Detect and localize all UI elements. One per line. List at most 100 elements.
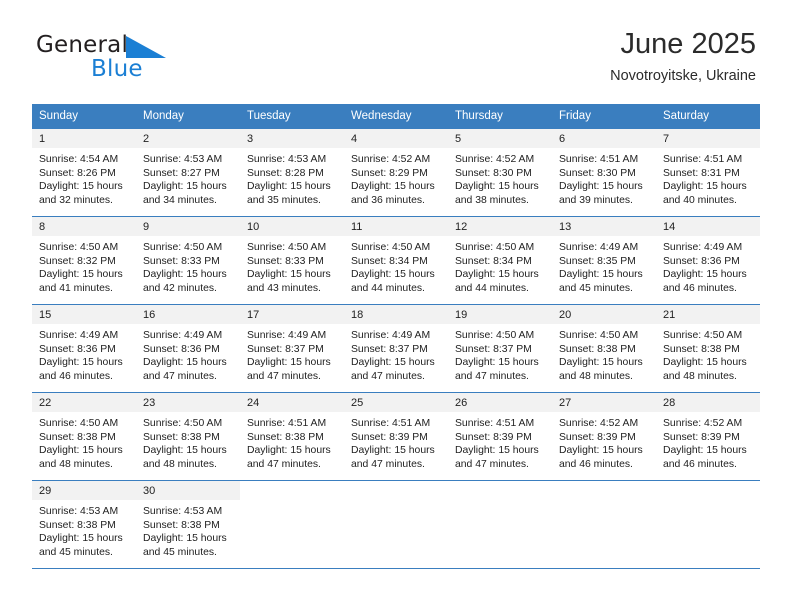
calendar-day-cell[interactable]: 11 Sunrise: 4:50 AM Sunset: 8:34 PM Dayligh… [344, 216, 448, 305]
daylight-text-line2: and 46 minutes. [663, 282, 737, 294]
brand-logo[interactable]: General Blue [36, 34, 216, 82]
calendar-day-cell[interactable]: 22 Sunrise: 4:50 AM Sunset: 8:38 PM Dayligh… [32, 392, 136, 481]
calendar-day-cell[interactable]: 9 Sunrise: 4:50 AM Sunset: 8:33 PM Daylight… [136, 216, 240, 305]
calendar-day-cell[interactable]: 26 Sunrise: 4:51 AM Sunset: 8:39 PM Dayligh… [448, 392, 552, 481]
daylight-text-line2: and 46 minutes. [39, 370, 113, 382]
daylight-text-line1: Daylight: 15 hours [39, 181, 123, 193]
calendar-day-cell[interactable]: 28 Sunrise: 4:52 AM Sunset: 8:39 PM Dayligh… [656, 392, 760, 481]
day-details: Sunrise: 4:49 AM Sunset: 8:36 PM Daylight:… [32, 324, 136, 383]
sunset-text: Sunset: 8:34 PM [351, 255, 428, 267]
day-number: 23 [136, 393, 240, 412]
day-number: 24 [240, 393, 344, 412]
day-details: Sunrise: 4:50 AM Sunset: 8:33 PM Daylight:… [240, 236, 344, 295]
day-details: Sunrise: 4:54 AM Sunset: 8:26 PM Daylight:… [32, 148, 136, 207]
sunrise-text: Sunrise: 4:49 AM [559, 242, 639, 253]
day-number: 8 [32, 217, 136, 236]
sunset-text: Sunset: 8:28 PM [247, 167, 324, 179]
daylight-text-line2: and 38 minutes. [455, 194, 529, 206]
calendar-day-cell[interactable]: 5 Sunrise: 4:52 AM Sunset: 8:30 PM Daylight… [448, 128, 552, 217]
calendar-day-cell[interactable]: 24 Sunrise: 4:51 AM Sunset: 8:38 PM Dayligh… [240, 392, 344, 481]
day-details: Sunrise: 4:51 AM Sunset: 8:39 PM Daylight:… [448, 412, 552, 471]
daylight-text-line1: Daylight: 15 hours [351, 445, 435, 457]
day-number: 14 [656, 217, 760, 236]
daylight-text-line2: and 34 minutes. [143, 194, 217, 206]
sunrise-text: Sunrise: 4:52 AM [663, 418, 743, 429]
calendar-day-cell[interactable]: 2 Sunrise: 4:53 AM Sunset: 8:27 PM Daylight… [136, 128, 240, 217]
calendar-cell-empty [344, 480, 448, 569]
day-number [656, 481, 760, 500]
calendar-day-cell[interactable]: 10 Sunrise: 4:50 AM Sunset: 8:33 PM Dayligh… [240, 216, 344, 305]
day-number [552, 481, 656, 500]
daylight-text-line2: and 45 minutes. [559, 282, 633, 294]
sunrise-text: Sunrise: 4:50 AM [455, 330, 535, 341]
day-number: 27 [552, 393, 656, 412]
calendar-day-cell[interactable]: 12 Sunrise: 4:50 AM Sunset: 8:34 PM Dayligh… [448, 216, 552, 305]
calendar-day-cell[interactable]: 17 Sunrise: 4:49 AM Sunset: 8:37 PM Dayligh… [240, 304, 344, 393]
sunrise-text: Sunrise: 4:49 AM [143, 330, 223, 341]
day-number: 9 [136, 217, 240, 236]
calendar-day-cell[interactable]: 18 Sunrise: 4:49 AM Sunset: 8:37 PM Dayligh… [344, 304, 448, 393]
day-number: 18 [344, 305, 448, 324]
calendar-day-cell[interactable]: 23 Sunrise: 4:50 AM Sunset: 8:38 PM Dayligh… [136, 392, 240, 481]
calendar-day-cell[interactable]: 13 Sunrise: 4:49 AM Sunset: 8:35 PM Dayligh… [552, 216, 656, 305]
daylight-text-line2: and 46 minutes. [663, 458, 737, 470]
calendar-week-row: 1 Sunrise: 4:54 AM Sunset: 8:26 PM Daylight… [32, 128, 760, 217]
daylight-text-line2: and 48 minutes. [559, 370, 633, 382]
day-number: 15 [32, 305, 136, 324]
calendar-week-row: 29 Sunrise: 4:53 AM Sunset: 8:38 PM Dayligh… [32, 480, 760, 569]
daylight-text-line1: Daylight: 15 hours [247, 269, 331, 281]
weekday-header-tuesday: Tuesday [240, 104, 344, 129]
calendar-day-cell[interactable]: 25 Sunrise: 4:51 AM Sunset: 8:39 PM Dayligh… [344, 392, 448, 481]
daylight-text-line2: and 48 minutes. [39, 458, 113, 470]
calendar-cell-empty [552, 480, 656, 569]
daylight-text-line1: Daylight: 15 hours [39, 445, 123, 457]
sunset-text: Sunset: 8:38 PM [39, 431, 116, 443]
sunset-text: Sunset: 8:36 PM [143, 343, 220, 355]
day-number: 20 [552, 305, 656, 324]
calendar-day-cell[interactable]: 21 Sunrise: 4:50 AM Sunset: 8:38 PM Dayligh… [656, 304, 760, 393]
daylight-text-line2: and 47 minutes. [143, 370, 217, 382]
calendar-day-cell[interactable]: 1 Sunrise: 4:54 AM Sunset: 8:26 PM Daylight… [32, 128, 136, 217]
daylight-text-line2: and 47 minutes. [247, 458, 321, 470]
calendar-day-cell[interactable]: 4 Sunrise: 4:52 AM Sunset: 8:29 PM Daylight… [344, 128, 448, 217]
daylight-text-line2: and 47 minutes. [455, 458, 529, 470]
daylight-text-line2: and 32 minutes. [39, 194, 113, 206]
sunset-text: Sunset: 8:39 PM [455, 431, 532, 443]
day-details: Sunrise: 4:53 AM Sunset: 8:38 PM Daylight:… [136, 500, 240, 559]
sunset-text: Sunset: 8:37 PM [351, 343, 428, 355]
day-number: 30 [136, 481, 240, 500]
sunrise-text: Sunrise: 4:50 AM [455, 242, 535, 253]
day-details: Sunrise: 4:49 AM Sunset: 8:35 PM Daylight:… [552, 236, 656, 295]
calendar-day-cell[interactable]: 3 Sunrise: 4:53 AM Sunset: 8:28 PM Daylight… [240, 128, 344, 217]
daylight-text-line2: and 46 minutes. [559, 458, 633, 470]
calendar-day-cell[interactable]: 30 Sunrise: 4:53 AM Sunset: 8:38 PM Dayligh… [136, 480, 240, 569]
daylight-text-line2: and 39 minutes. [559, 194, 633, 206]
sunset-text: Sunset: 8:38 PM [39, 519, 116, 531]
day-details: Sunrise: 4:52 AM Sunset: 8:39 PM Daylight:… [656, 412, 760, 471]
calendar-day-cell[interactable]: 7 Sunrise: 4:51 AM Sunset: 8:31 PM Daylight… [656, 128, 760, 217]
calendar-day-cell[interactable]: 6 Sunrise: 4:51 AM Sunset: 8:30 PM Daylight… [552, 128, 656, 217]
calendar-day-cell[interactable]: 16 Sunrise: 4:49 AM Sunset: 8:36 PM Dayligh… [136, 304, 240, 393]
sunset-text: Sunset: 8:29 PM [351, 167, 428, 179]
weekday-header-thursday: Thursday [448, 104, 552, 129]
sunrise-text: Sunrise: 4:49 AM [351, 330, 431, 341]
calendar-day-cell[interactable]: 20 Sunrise: 4:50 AM Sunset: 8:38 PM Dayligh… [552, 304, 656, 393]
sunset-text: Sunset: 8:37 PM [455, 343, 532, 355]
day-number: 25 [344, 393, 448, 412]
calendar-day-cell[interactable]: 15 Sunrise: 4:49 AM Sunset: 8:36 PM Dayligh… [32, 304, 136, 393]
day-details: Sunrise: 4:50 AM Sunset: 8:37 PM Daylight:… [448, 324, 552, 383]
day-details: Sunrise: 4:50 AM Sunset: 8:38 PM Daylight:… [656, 324, 760, 383]
calendar-day-cell[interactable]: 29 Sunrise: 4:53 AM Sunset: 8:38 PM Dayligh… [32, 480, 136, 569]
day-number: 5 [448, 129, 552, 148]
calendar-day-cell[interactable]: 19 Sunrise: 4:50 AM Sunset: 8:37 PM Dayligh… [448, 304, 552, 393]
sunrise-text: Sunrise: 4:54 AM [39, 154, 119, 165]
page-header: General Blue June 2025 Novotroyitske, Uk… [0, 0, 792, 84]
calendar-day-cell[interactable]: 14 Sunrise: 4:49 AM Sunset: 8:36 PM Dayligh… [656, 216, 760, 305]
daylight-text-line1: Daylight: 15 hours [39, 533, 123, 545]
calendar-day-cell[interactable]: 8 Sunrise: 4:50 AM Sunset: 8:32 PM Daylight… [32, 216, 136, 305]
calendar-day-cell[interactable]: 27 Sunrise: 4:52 AM Sunset: 8:39 PM Dayligh… [552, 392, 656, 481]
daylight-text-line2: and 43 minutes. [247, 282, 321, 294]
sunset-text: Sunset: 8:37 PM [247, 343, 324, 355]
daylight-text-line1: Daylight: 15 hours [663, 357, 747, 369]
sunrise-text: Sunrise: 4:53 AM [247, 154, 327, 165]
